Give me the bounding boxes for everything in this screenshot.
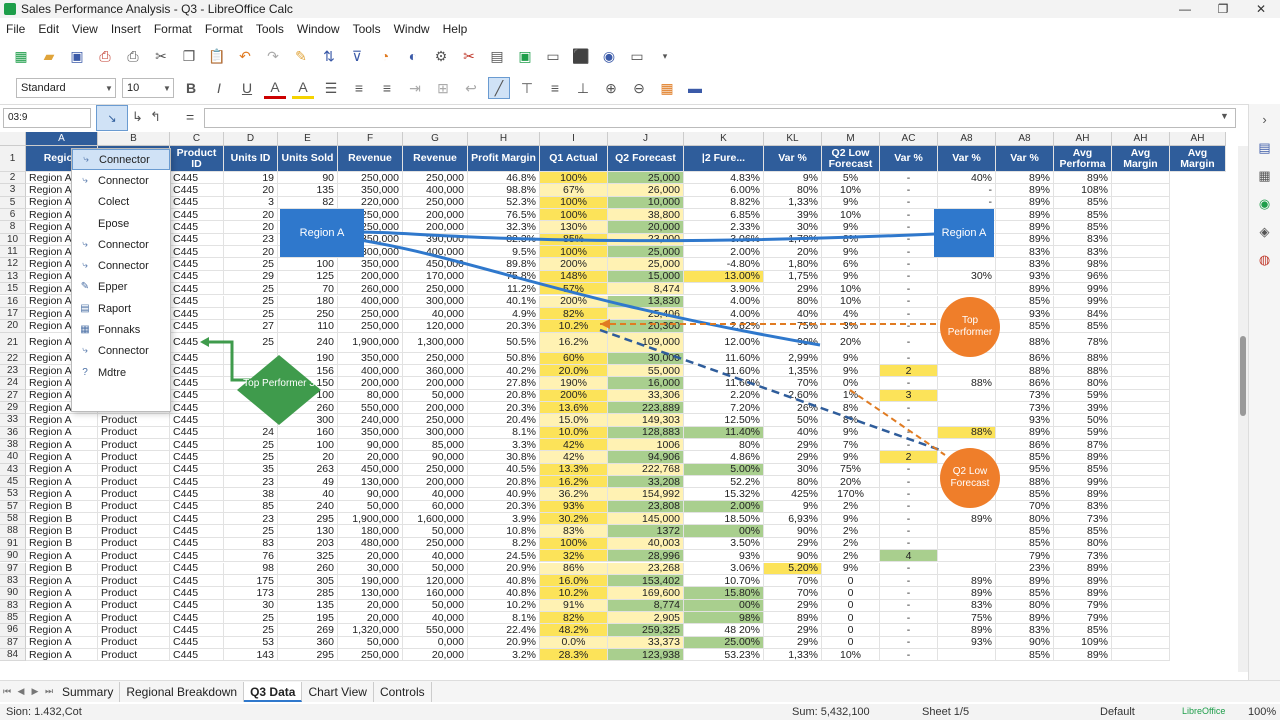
popup-item-mdtre[interactable]: ? Mdtre xyxy=(72,362,170,383)
q2-low-forecast-circle[interactable]: Q2 Low Forecast xyxy=(940,448,1000,508)
popup-item-label: Raport xyxy=(98,302,132,315)
connector-line-blue-2 xyxy=(359,238,821,347)
connector-icon: ⤷ xyxy=(83,153,89,165)
status-sum: Sum: 5,432,100 xyxy=(792,706,870,718)
tab-q3-data[interactable]: Q3 Data xyxy=(244,681,303,702)
tab-regional-breakdown[interactable]: Regional Breakdown xyxy=(120,681,245,702)
popup-item-epose[interactable]: Epose xyxy=(72,213,170,234)
first-sheet-icon[interactable]: ⏮ xyxy=(0,686,14,697)
arrow-head-orange-icon xyxy=(600,319,610,329)
popup-item-label: Mdtre xyxy=(98,366,127,379)
connector-line-blue xyxy=(359,230,936,243)
popup-item-label: Epose xyxy=(98,217,130,230)
tab-chart-view[interactable]: Chart View xyxy=(302,681,374,702)
last-sheet-icon[interactable]: ⏭ xyxy=(42,686,56,697)
popup-item-connector[interactable]: ⤷ Connector xyxy=(72,255,170,276)
sheet-tabs-bar: ⏮ ◀ ▶ ⏭ Summary Regional Breakdown Q3 Da… xyxy=(0,680,1280,702)
popup-item-fonnaks[interactable]: ▦ Fonnaks xyxy=(72,319,170,340)
popup-item-raport[interactable]: ▤ Raport xyxy=(72,298,170,319)
blank-icon xyxy=(78,218,92,230)
connector-icon: ⤷ xyxy=(82,174,88,186)
arrow-head-green-icon xyxy=(200,337,209,347)
top-performer-circle[interactable]: Top Performer xyxy=(940,297,1000,357)
popup-item-label: Connector xyxy=(98,345,149,358)
connector-icon: ⤷ xyxy=(82,260,88,272)
region-a-box-left[interactable]: Region A xyxy=(280,209,364,257)
format-icon: ▦ xyxy=(80,324,90,336)
connector-icon: ⤷ xyxy=(82,345,88,357)
connector-icon: ⤷ xyxy=(82,238,88,250)
top-performer-diamond-label: Top Performer 3 xyxy=(243,378,315,389)
popup-item-connector[interactable]: ⤷ Connector xyxy=(72,234,170,255)
popup-item-label: Colect xyxy=(98,196,130,209)
status-selection: Sion: 1.432,Cot xyxy=(6,706,82,718)
popup-item-label: Connector xyxy=(98,260,149,273)
blank-icon xyxy=(78,196,92,208)
next-sheet-icon[interactable]: ▶ xyxy=(28,686,42,697)
popup-item-connector[interactable]: ⤷ Connector xyxy=(72,149,170,171)
status-page-style: Default xyxy=(1100,706,1135,718)
help-icon: ? xyxy=(82,366,88,378)
popup-item-label: Connector xyxy=(98,174,149,187)
popup-item-colect[interactable]: Colect xyxy=(72,192,170,213)
popup-item-label: Connector xyxy=(99,153,150,166)
popup-item-epper[interactable]: ✎ Epper xyxy=(72,277,170,298)
connector-line-dashed-blue xyxy=(599,328,941,452)
popup-item-label: Fonnaks xyxy=(98,324,141,337)
popup-item-connector[interactable]: ⤷ Connector xyxy=(72,170,170,191)
edit-icon: ✎ xyxy=(80,281,90,293)
status-zoom[interactable]: 100% xyxy=(1248,706,1276,718)
connector-popup-menu: ⤷ Connector ⤷ Connector Colect Epose ⤷ Connecto… xyxy=(71,148,171,412)
popup-item-label: Epper xyxy=(98,281,128,294)
region-a-box-right[interactable]: Region A xyxy=(934,209,994,257)
popup-item-label: Connector xyxy=(98,238,149,251)
top-performer-diamond[interactable] xyxy=(237,355,321,425)
status-bar: Sion: 1.432,Cot Sum: 5,432,100 Sheet 1/5… xyxy=(0,704,1280,720)
prev-sheet-icon[interactable]: ◀ xyxy=(14,686,28,697)
report-icon: ▤ xyxy=(80,302,90,314)
status-brand: LibreOffice xyxy=(1182,706,1226,716)
tab-controls[interactable]: Controls xyxy=(374,681,432,702)
status-sheet: Sheet 1/5 xyxy=(922,706,970,718)
tab-summary[interactable]: Summary xyxy=(56,681,121,702)
popup-item-connector[interactable]: ⤷ Connector xyxy=(72,341,170,362)
drawing-layer xyxy=(200,230,946,456)
